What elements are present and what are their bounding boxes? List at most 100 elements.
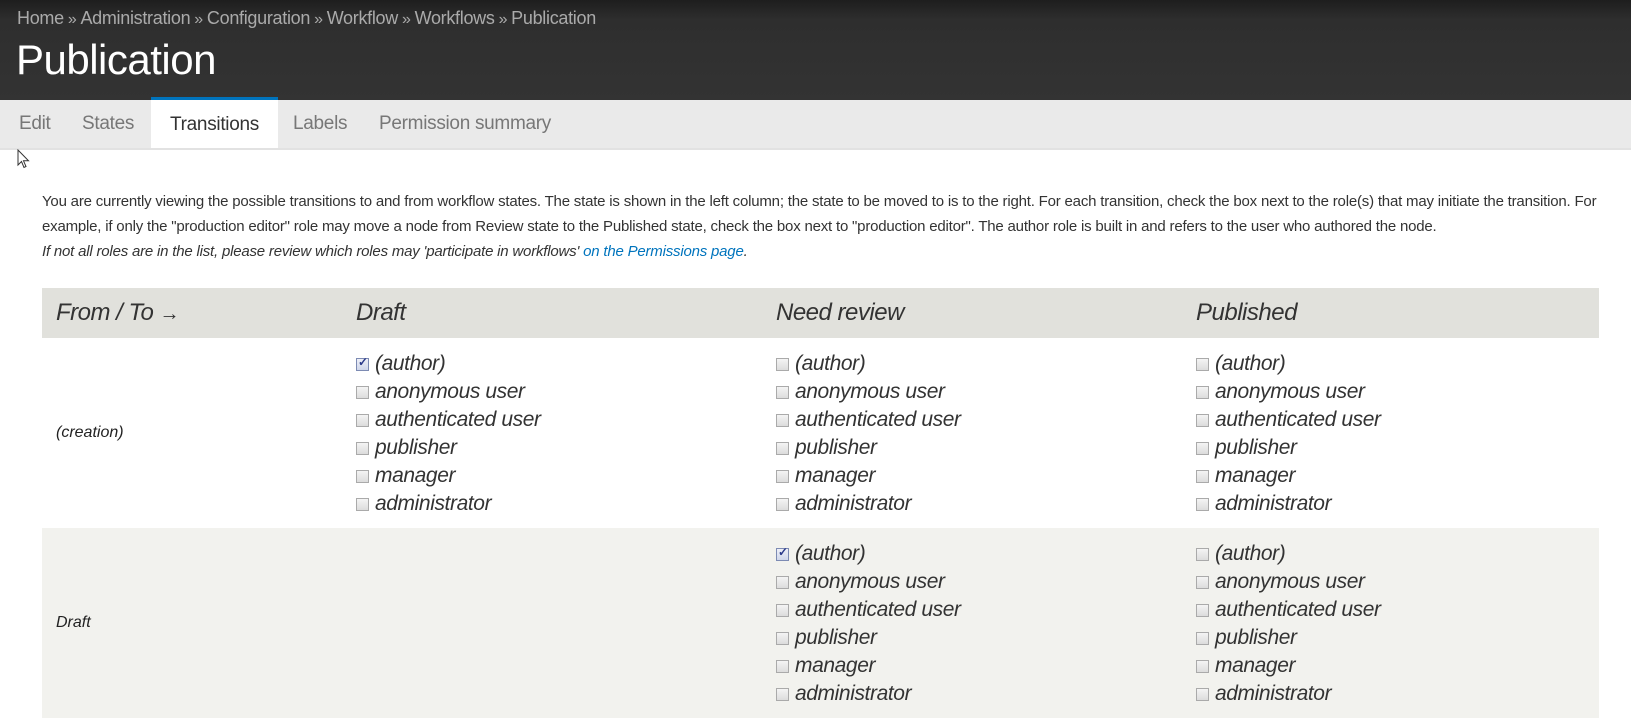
role-checkbox[interactable] [776,357,789,371]
role-label: anonymous user [795,380,945,403]
help-text: You are currently viewing the possible t… [42,189,1602,264]
role-checkbox[interactable] [1196,497,1209,511]
role-option[interactable]: (author) [1196,350,1599,378]
table-row: Draft (author) anonymous user authenticated… [42,528,1599,718]
role-label: anonymous user [795,570,945,593]
role-checkbox[interactable] [776,413,789,427]
transitions-table: From / To → Draft Need review Published … [42,288,1599,718]
role-option[interactable]: manager [1196,652,1599,680]
role-option[interactable]: authenticated user [1196,596,1599,624]
role-checkbox[interactable] [776,441,789,455]
role-checkbox[interactable] [1196,413,1209,427]
role-checkbox[interactable] [356,497,369,511]
tab-states[interactable]: States [67,100,149,148]
tab-edit[interactable]: Edit [4,100,66,148]
role-option[interactable]: publisher [776,434,1182,462]
role-checkbox[interactable] [776,385,789,399]
role-option[interactable]: publisher [356,434,762,462]
permissions-page-link[interactable]: on the Permissions page [583,243,744,260]
role-option[interactable]: administrator [776,490,1182,518]
breadcrumb-item-publication[interactable]: Publication [511,8,596,28]
role-label: manager [1215,464,1296,487]
role-option[interactable]: anonymous user [776,378,1182,406]
role-option[interactable]: manager [776,462,1182,490]
role-option[interactable]: manager [356,462,762,490]
breadcrumb-separator: » [401,11,411,28]
role-checkbox[interactable] [776,545,789,561]
role-checkbox[interactable] [356,413,369,427]
transition-cell [342,528,762,718]
role-option[interactable]: anonymous user [356,378,762,406]
role-option[interactable]: publisher [776,624,1182,652]
transition-cell: (author) anonymous user authenticated user… [1182,528,1599,718]
role-option[interactable]: administrator [1196,490,1599,518]
tab-permission-summary[interactable]: Permission summary [364,100,566,148]
breadcrumb-item-configuration[interactable]: Configuration [207,8,310,28]
role-option[interactable]: administrator [1196,680,1599,708]
role-checkbox[interactable] [1196,385,1209,399]
role-checkbox[interactable] [1196,575,1209,589]
tab-labels[interactable]: Labels [278,100,362,148]
role-checkbox[interactable] [1196,547,1209,561]
role-option[interactable]: publisher [1196,624,1599,652]
role-checkbox[interactable] [776,603,789,617]
transition-cell: (author) anonymous user authenticated user… [1182,338,1599,528]
role-checkbox[interactable] [356,385,369,399]
description-paragraph: You are currently viewing the possible t… [42,193,1597,235]
role-label: (author) [1215,352,1286,375]
role-option[interactable]: authenticated user [776,406,1182,434]
role-option[interactable]: (author) [776,540,1182,568]
role-checkbox[interactable] [356,355,369,371]
role-label: manager [795,464,876,487]
role-label: authenticated user [1215,408,1381,431]
role-option[interactable]: manager [1196,462,1599,490]
role-label: publisher [795,436,877,459]
role-checkbox[interactable] [1196,357,1209,371]
role-option[interactable]: (author) [776,350,1182,378]
breadcrumb-separator: » [314,11,323,28]
breadcrumb-item-administration[interactable]: Administration [80,8,190,28]
role-checkbox[interactable] [776,631,789,645]
role-checkbox[interactable] [356,469,369,483]
role-checkbox[interactable] [1196,659,1209,673]
role-option[interactable]: manager [776,652,1182,680]
role-checkbox[interactable] [1196,441,1209,455]
role-checkbox[interactable] [1196,631,1209,645]
role-label: manager [795,654,876,677]
role-label: administrator [795,682,912,705]
breadcrumb-item-workflows[interactable]: Workflows [415,8,495,28]
from-to-header: From / To → [42,288,342,338]
role-checkbox-list: (author) anonymous user authenticated user… [1182,528,1599,718]
role-checkbox[interactable] [776,469,789,483]
role-checkbox[interactable] [1196,603,1209,617]
role-option[interactable]: anonymous user [1196,568,1599,596]
role-label: anonymous user [1215,570,1365,593]
role-label: anonymous user [375,380,525,403]
role-checkbox[interactable] [776,687,789,701]
breadcrumb-item-workflow[interactable]: Workflow [327,8,399,28]
arrow-right-icon: → [159,303,179,325]
breadcrumb-separator: » [498,11,508,28]
role-checkbox[interactable] [776,575,789,589]
role-option[interactable]: (author) [1196,540,1599,568]
role-option[interactable]: administrator [776,680,1182,708]
role-label: administrator [1215,492,1332,515]
role-option[interactable]: anonymous user [776,568,1182,596]
role-option[interactable]: (author) [356,350,762,378]
role-option[interactable]: authenticated user [356,406,762,434]
role-option[interactable]: anonymous user [1196,378,1599,406]
note-text: If not all roles are in the list, please… [42,243,584,260]
column-header-need-review: Need review [762,288,1182,338]
role-checkbox[interactable] [776,497,789,511]
role-checkbox[interactable] [776,659,789,673]
role-checkbox[interactable] [356,441,369,455]
role-checkbox[interactable] [1196,469,1209,483]
role-label: (author) [1215,542,1286,565]
tab-transitions[interactable]: Transitions [151,97,278,148]
role-option[interactable]: publisher [1196,434,1599,462]
breadcrumb-item-home[interactable]: Home [17,8,64,28]
role-checkbox[interactable] [1196,687,1209,701]
role-option[interactable]: administrator [356,490,762,518]
role-option[interactable]: authenticated user [776,596,1182,624]
role-option[interactable]: authenticated user [1196,406,1599,434]
